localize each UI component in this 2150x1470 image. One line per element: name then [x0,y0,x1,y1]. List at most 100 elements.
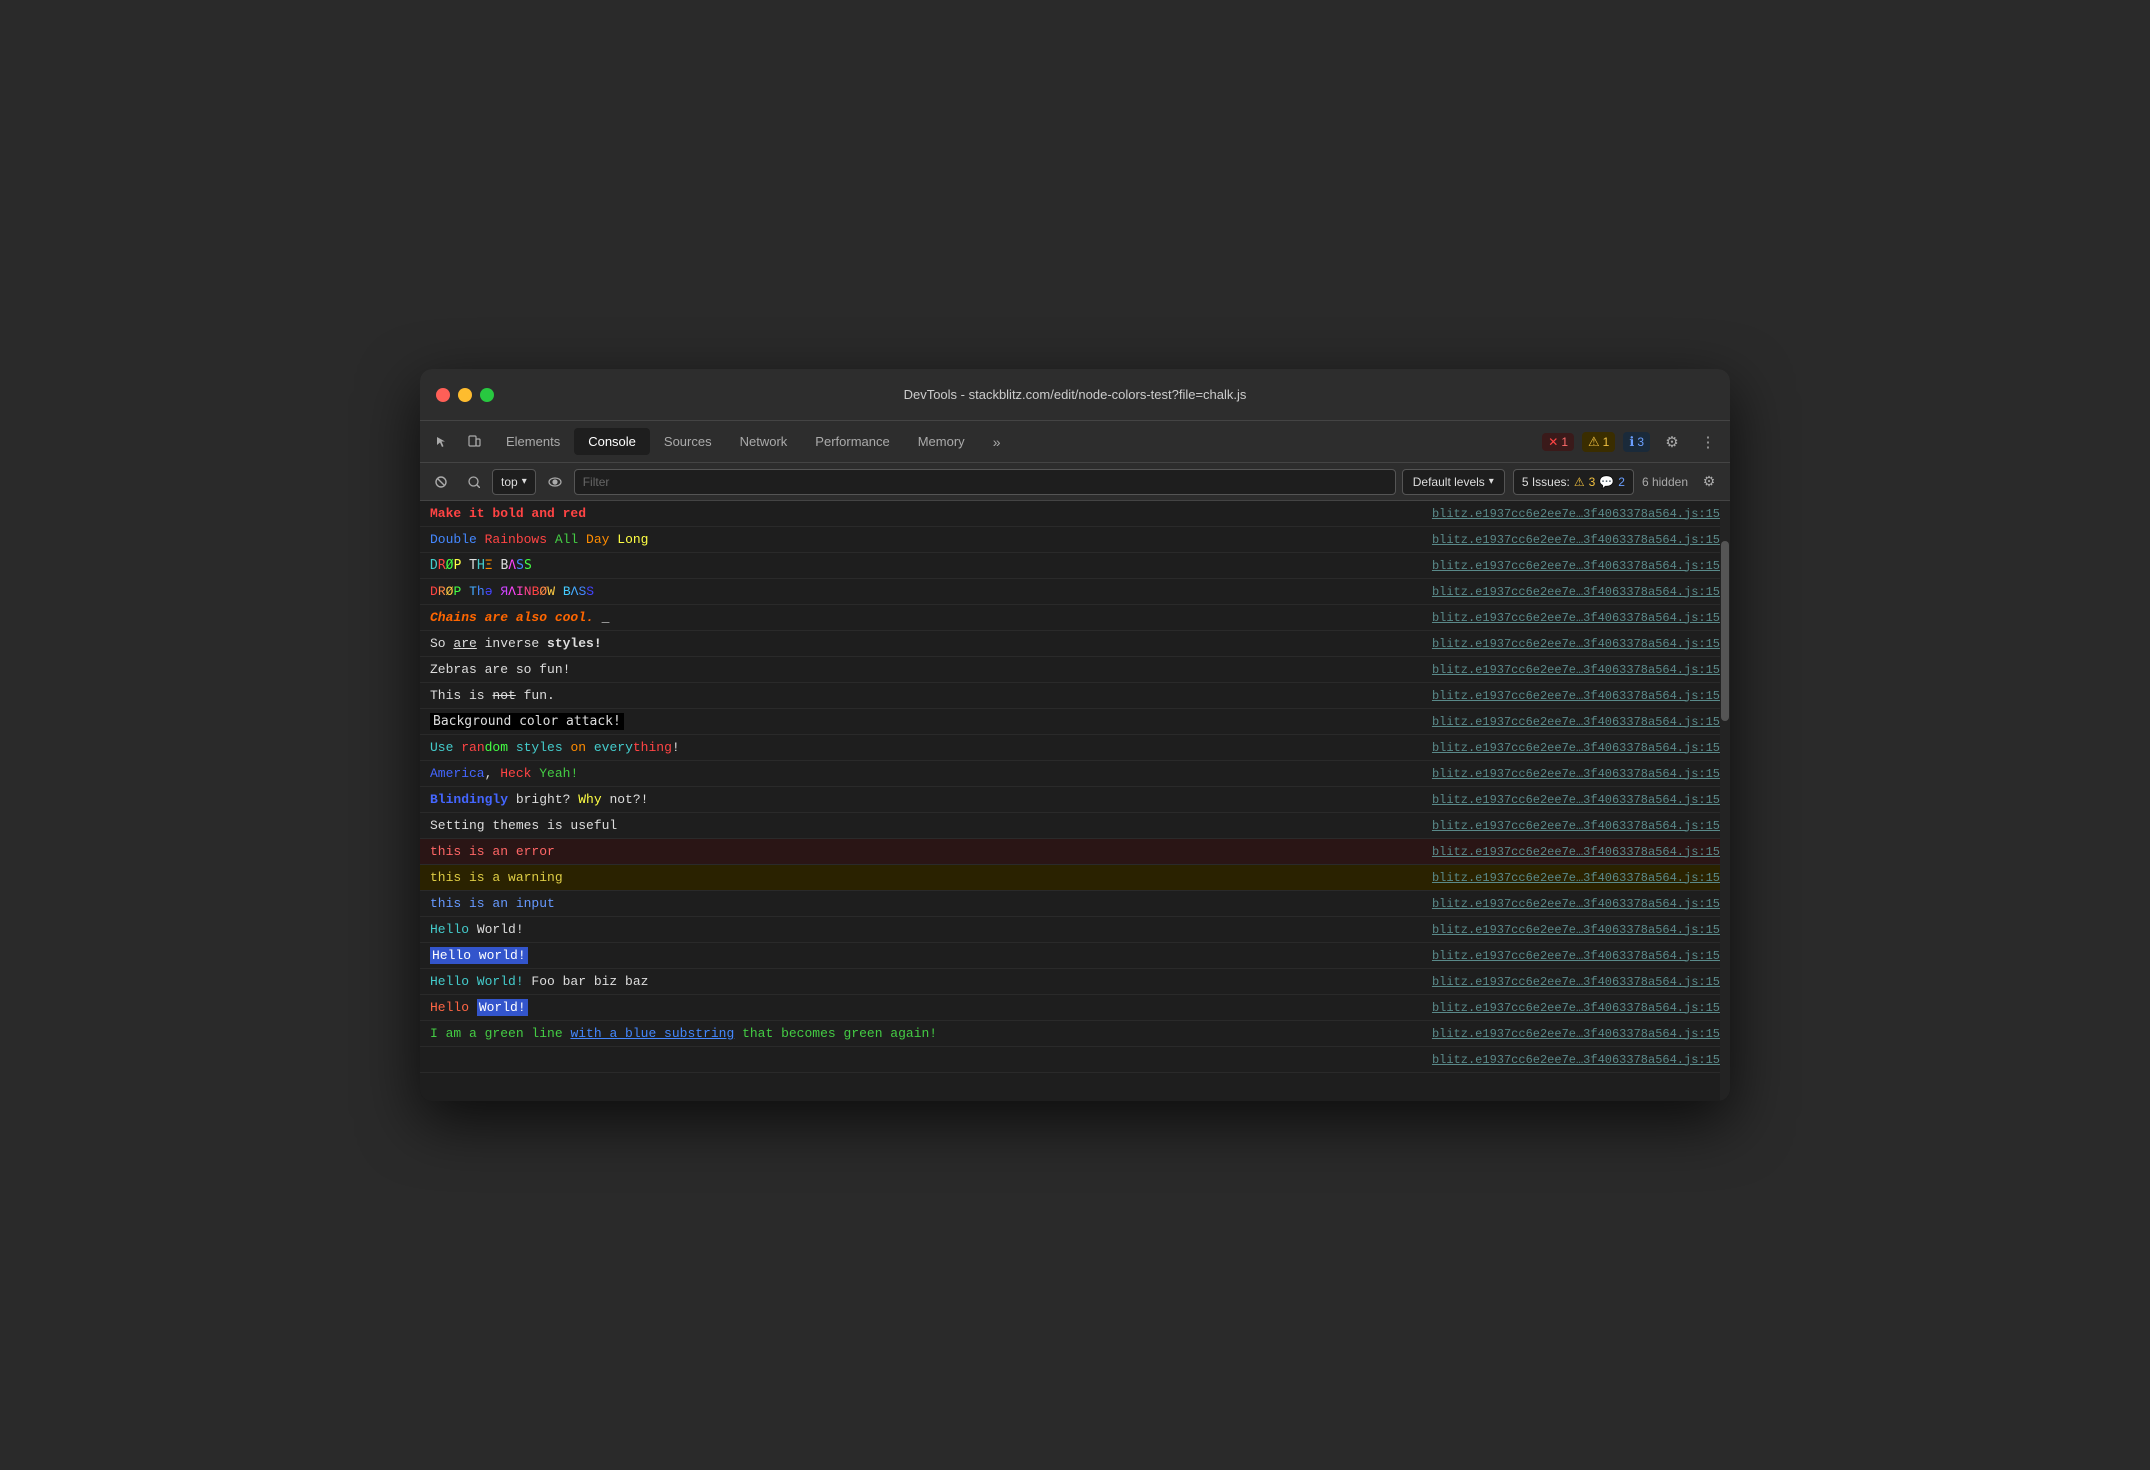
console-source-link[interactable]: blitz.e1937cc6e2ee7e…3f4063378a564.js:15 [1412,999,1720,1017]
context-label: top [501,475,518,489]
settings-icon[interactable]: ⚙ [1658,428,1686,456]
console-message: this is an input [430,894,1412,914]
console-source-link[interactable]: blitz.e1937cc6e2ee7e…3f4063378a564.js:15 [1412,635,1720,653]
info-count: 3 [1637,435,1644,449]
console-row: this is an error blitz.e1937cc6e2ee7e…3f… [420,839,1730,865]
console-source-link[interactable]: blitz.e1937cc6e2ee7e…3f4063378a564.js:15 [1412,505,1720,523]
console-message: Hello World! [430,920,1412,940]
console-row: So are inverse styles! blitz.e1937cc6e2e… [420,631,1730,657]
tab-sources[interactable]: Sources [650,428,726,455]
traffic-lights [436,388,494,402]
scrollbar-thumb[interactable] [1721,541,1729,721]
minimize-button[interactable] [458,388,472,402]
console-source-link[interactable]: blitz.e1937cc6e2ee7e…3f4063378a564.js:15 [1412,921,1720,939]
window-title: DevTools - stackblitz.com/edit/node-colo… [904,387,1247,402]
console-output: Make it bold and red blitz.e1937cc6e2ee7… [420,501,1730,1101]
console-message: Hello World! Foo bar biz baz [430,972,1412,992]
console-row: Hello World! blitz.e1937cc6e2ee7e…3f4063… [420,995,1730,1021]
issues-label: 5 Issues: [1522,475,1570,489]
tab-network[interactable]: Network [726,428,802,455]
console-message: Blindingly bright? Why not?! [430,790,1412,810]
console-message: Hello World! [430,998,1412,1018]
issues-button[interactable]: 5 Issues: ⚠ 3 💬 2 [1513,469,1634,495]
console-row: Use random styles on everything! blitz.e… [420,735,1730,761]
console-row: this is an input blitz.e1937cc6e2ee7e…3f… [420,891,1730,917]
console-row: Blindingly bright? Why not?! blitz.e1937… [420,787,1730,813]
console-source-link[interactable]: blitz.e1937cc6e2ee7e…3f4063378a564.js:15 [1412,739,1720,757]
tab-elements[interactable]: Elements [492,428,574,455]
console-message: Setting themes is useful [430,816,1412,836]
console-source-link[interactable]: blitz.e1937cc6e2ee7e…3f4063378a564.js:15 [1412,895,1720,913]
tab-console[interactable]: Console [574,428,650,455]
console-source-link[interactable]: blitz.e1937cc6e2ee7e…3f4063378a564.js:15 [1412,817,1720,835]
console-source-link[interactable]: blitz.e1937cc6e2ee7e…3f4063378a564.js:15 [1412,1051,1720,1069]
console-source-link[interactable]: blitz.e1937cc6e2ee7e…3f4063378a564.js:15 [1412,661,1720,679]
console-message [430,1050,1412,1070]
console-source-link[interactable]: blitz.e1937cc6e2ee7e…3f4063378a564.js:15 [1412,765,1720,783]
console-source-link[interactable]: blitz.e1937cc6e2ee7e…3f4063378a564.js:15 [1412,713,1720,731]
console-row: DRØP Thə ЯΛINBØW BΛSS blitz.e1937cc6e2ee… [420,579,1730,605]
console-source-link[interactable]: blitz.e1937cc6e2ee7e…3f4063378a564.js:15 [1412,531,1720,549]
console-message: this is a warning [430,868,1412,888]
error-badge[interactable]: ✕ 1 [1542,433,1574,451]
filter-input[interactable] [574,469,1396,495]
title-bar: DevTools - stackblitz.com/edit/node-colo… [420,369,1730,421]
console-message: DRØP THΞ BΛSS [430,556,1412,576]
console-row: Hello world! blitz.e1937cc6e2ee7e…3f4063… [420,943,1730,969]
scrollbar-track[interactable] [1720,501,1730,1101]
console-source-link[interactable]: blitz.e1937cc6e2ee7e…3f4063378a564.js:15 [1412,973,1720,991]
console-source-link[interactable]: blitz.e1937cc6e2ee7e…3f4063378a564.js:15 [1412,869,1720,887]
console-row: Hello World! Foo bar biz baz blitz.e1937… [420,969,1730,995]
context-dropdown[interactable]: top ▾ [492,469,536,495]
console-source-link[interactable]: blitz.e1937cc6e2ee7e…3f4063378a564.js:15 [1412,843,1720,861]
warn-count: 3 [1589,475,1596,489]
console-message: Chains are also cool. _ [430,608,1412,628]
console-source-link[interactable]: blitz.e1937cc6e2ee7e…3f4063378a564.js:15 [1412,947,1720,965]
info-icon: ℹ [1629,434,1634,450]
console-source-link[interactable]: blitz.e1937cc6e2ee7e…3f4063378a564.js:15 [1412,557,1720,575]
console-message: Background color attack! [430,712,1412,732]
console-row: This is not fun. blitz.e1937cc6e2ee7e…3f… [420,683,1730,709]
tab-memory[interactable]: Memory [904,428,979,455]
info-badge[interactable]: ℹ 3 [1623,432,1650,452]
pointer-icon[interactable] [428,428,456,456]
warning-badge[interactable]: ⚠ 1 [1582,432,1615,452]
eye-icon[interactable] [542,469,568,495]
console-message: this is an error [430,842,1412,862]
console-source-link[interactable]: blitz.e1937cc6e2ee7e…3f4063378a564.js:15 [1412,1025,1720,1043]
close-button[interactable] [436,388,450,402]
warn-icon: ⚠ [1574,475,1585,489]
console-settings-icon[interactable]: ⚙ [1696,469,1722,495]
error-count: 1 [1561,435,1568,449]
warning-count: 1 [1603,435,1610,449]
levels-dropdown[interactable]: Default levels ▾ [1402,469,1505,495]
console-message: Hello world! [430,946,1412,966]
more-options-icon[interactable]: ⋮ [1694,428,1722,456]
info-icon2: 💬 [1599,475,1614,489]
console-source-link[interactable]: blitz.e1937cc6e2ee7e…3f4063378a564.js:15 [1412,791,1720,809]
console-source-link[interactable]: blitz.e1937cc6e2ee7e…3f4063378a564.js:15 [1412,609,1720,627]
devtools-window: DevTools - stackblitz.com/edit/node-colo… [420,369,1730,1101]
console-row: Chains are also cool. _ blitz.e1937cc6e2… [420,605,1730,631]
more-tabs-icon[interactable]: » [983,428,1011,456]
console-row: I am a green line with a blue substring … [420,1021,1730,1047]
console-rows-container: Make it bold and red blitz.e1937cc6e2ee7… [420,501,1730,1101]
console-source-link[interactable]: blitz.e1937cc6e2ee7e…3f4063378a564.js:15 [1412,583,1720,601]
error-icon: ✕ [1548,435,1558,449]
device-icon[interactable] [460,428,488,456]
console-message: So are inverse styles! [430,634,1412,654]
console-message: America, Heck Yeah! [430,764,1412,784]
levels-label: Default levels [1413,475,1485,489]
console-row: America, Heck Yeah! blitz.e1937cc6e2ee7e… [420,761,1730,787]
console-row: Make it bold and red blitz.e1937cc6e2ee7… [420,501,1730,527]
chevron-down-icon: ▾ [522,476,527,487]
tabs-right: ✕ 1 ⚠ 1 ℹ 3 ⚙ ⋮ [1542,428,1722,456]
console-source-link[interactable]: blitz.e1937cc6e2ee7e…3f4063378a564.js:15 [1412,687,1720,705]
filter-icon[interactable] [460,469,486,495]
console-message: Zebras are so fun! [430,660,1412,680]
tab-performance[interactable]: Performance [801,428,903,455]
info-count2: 2 [1618,475,1625,489]
toolbar-right: Default levels ▾ 5 Issues: ⚠ 3 💬 2 6 hid… [1402,469,1722,495]
maximize-button[interactable] [480,388,494,402]
clear-console-button[interactable] [428,469,454,495]
